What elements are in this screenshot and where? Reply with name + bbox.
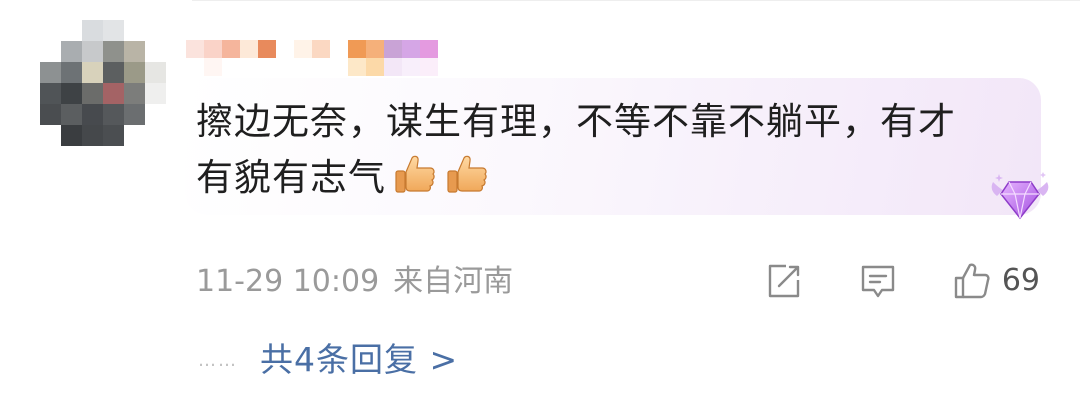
replies-dots: …… — [198, 349, 238, 371]
comment-icon[interactable] — [858, 261, 898, 301]
location: 来自河南 — [393, 264, 514, 299]
gem-badge-icon[interactable] — [985, 168, 1055, 224]
replies-row: …… 共4条回复 > — [198, 338, 458, 382]
comment-actions: 69 — [764, 258, 1040, 304]
timestamp: 11-29 10:09 — [196, 264, 380, 299]
thumbs-up-icon — [395, 155, 435, 193]
username[interactable] — [186, 40, 438, 76]
comment-body: 擦边无奈，谋生有理，不等不靠不躺平，有才 有貌有志气 — [196, 100, 956, 199]
share-icon[interactable] — [764, 261, 804, 301]
comment-item: 擦边无奈，谋生有理，不等不靠不躺平，有才 有貌有志气 11-29 10:09 来… — [0, 0, 1080, 405]
comment-text[interactable]: 擦边无奈，谋生有理，不等不靠不躺平，有才 有貌有志气 — [196, 94, 1026, 206]
avatar[interactable] — [40, 20, 166, 146]
thumbs-up-icon — [447, 155, 487, 193]
view-replies-link[interactable]: 共4条回复 > — [260, 338, 458, 382]
like-count: 69 — [1001, 263, 1040, 298]
divider — [192, 0, 1080, 1]
like-icon[interactable] — [952, 261, 992, 301]
comment-meta: 11-29 10:09 来自河南 — [196, 262, 513, 302]
